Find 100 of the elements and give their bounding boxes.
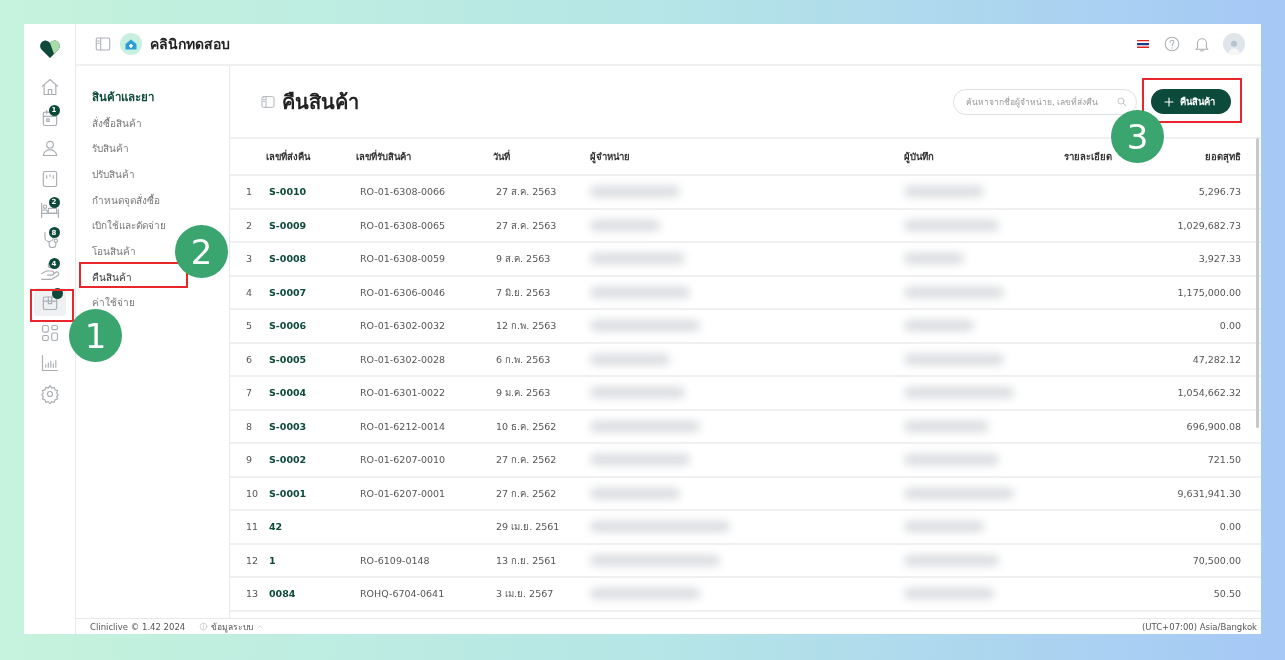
table-cell-text: RO-01-6207-0010: [359, 454, 447, 466]
return-number-link[interactable]: 1: [266, 554, 356, 566]
system-info-link[interactable]: ข้อมูลระบบ: [211, 619, 254, 634]
table-cell-text: RO-01-6308-0065: [359, 219, 447, 231]
row-number: 9: [246, 454, 254, 466]
column-header: ยอดสุทธิ: [1204, 150, 1241, 164]
help-icon[interactable]: [1163, 35, 1181, 53]
menu-item[interactable]: รับสินค้า: [92, 139, 129, 158]
sidebar-icon: [260, 93, 276, 110]
table-cell-text: RO-6109-0148: [359, 554, 431, 566]
table-cell-text: 27 ก.ค. 2562: [495, 486, 558, 501]
row-number: 5: [246, 320, 254, 332]
table-cell-text: 70,500.00: [1191, 554, 1241, 566]
return-number-link[interactable]: S-0009: [266, 219, 356, 231]
table-cell-text: 3 เม.ย. 2567: [495, 587, 555, 602]
table-cell-text: 0.00: [1218, 320, 1241, 332]
menu-item[interactable]: กำหนดจุดสั่งซื้อ: [92, 191, 160, 210]
table-cell-text: 1,175,000.00: [1176, 286, 1241, 298]
menu-item[interactable]: เบิกใช้และตัดจ่าย: [92, 216, 166, 235]
return-number-link[interactable]: S-0002: [266, 454, 356, 466]
row-number: 3: [246, 253, 254, 265]
blurred-text: [590, 219, 660, 231]
table-cell-text: 27 ก.ค. 2562: [495, 453, 558, 468]
table-cell-text: 13 ก.ย. 2561: [495, 553, 558, 568]
row-number: 13: [246, 588, 260, 600]
clinic-name: คลินิกทดสอบ: [150, 35, 230, 54]
table-cell-text: RO-01-6302-0032: [359, 320, 447, 332]
table-cell-text: RO-01-6302-0028: [359, 353, 447, 365]
table-cell-text: 27 ส.ค. 2563: [495, 185, 558, 200]
menu-item[interactable]: ปรับสินค้า: [92, 165, 135, 184]
table-cell-text: 9 ส.ค. 2563: [495, 252, 552, 267]
return-number-link[interactable]: S-0003: [266, 420, 356, 432]
table-cell-text: 696,900.08: [1185, 420, 1241, 432]
row-number: 8: [246, 420, 254, 432]
table-cell-text: RO-01-6301-0022: [359, 387, 447, 399]
row-number: 4: [246, 286, 254, 298]
table-cell-text: RO-01-6308-0059: [359, 253, 447, 265]
column-header: ผู้จำหน่าย: [590, 150, 631, 164]
column-header: เลขที่รับสินค้า: [356, 149, 412, 164]
row-number: 6: [246, 353, 254, 365]
bell-icon[interactable]: [1193, 35, 1211, 53]
highlight-frame: [30, 289, 74, 322]
plus-icon: [1163, 95, 1175, 108]
table-cell-text: 10 ธ.ค. 2562: [495, 419, 558, 434]
row-number: 2: [246, 219, 254, 231]
nav-item[interactable]: [33, 287, 66, 316]
table-cell-text: 29 เม.ย. 2561: [495, 520, 561, 535]
return-number-link[interactable]: 42: [266, 521, 356, 533]
menu-item[interactable]: คืนสินค้า: [92, 268, 132, 287]
row-number: 11: [246, 521, 260, 533]
table-cell-text: 5,296.73: [1197, 186, 1241, 198]
menu-item[interactable]: โอนสินค้า: [92, 242, 136, 261]
version-text: Cliniclive © 1.42 2024: [90, 621, 186, 632]
return-number-link[interactable]: S-0008: [266, 253, 356, 265]
info-icon: [199, 622, 209, 631]
table-cell-text: ROHQ-6704-0641: [359, 588, 446, 600]
home-icon: [39, 77, 60, 97]
table-cell-text: RO-01-6207-0001: [359, 487, 447, 499]
table-cell-text: 6 ก.พ. 2563: [495, 352, 552, 367]
table-cell-text: 7 มิ.ย. 2563: [495, 285, 552, 300]
menu-item[interactable]: ค่าใช้จ่าย: [92, 293, 135, 312]
return-number-link[interactable]: 0084: [266, 588, 356, 600]
clinic-logo: [120, 33, 142, 55]
sidebar-toggle-icon[interactable]: [94, 35, 112, 53]
table-cell-text: 9 ม.ค. 2563: [495, 386, 552, 401]
search-icon: [1116, 95, 1128, 108]
row-number: 12: [246, 554, 260, 566]
avatar[interactable]: [1223, 33, 1245, 55]
row-number: 1: [246, 186, 254, 198]
add-return-button[interactable]: คืนสินค้า: [1151, 89, 1231, 114]
blurred-text: [904, 253, 964, 265]
table-cell-text: RO-01-6212-0014: [359, 420, 447, 432]
flag-icon[interactable]: [1135, 38, 1151, 50]
menu-item[interactable]: สั่งซื้อสินค้า: [92, 114, 142, 132]
return-number-link[interactable]: S-0007: [266, 286, 356, 298]
table-cell-text: RO-01-6308-0066: [359, 186, 447, 198]
table-cell-text: RO-01-6306-0046: [359, 286, 447, 298]
table-cell-text: 0.00: [1218, 521, 1241, 533]
return-number-link[interactable]: S-0005: [266, 353, 356, 365]
table-cell-text: 12 ก.พ. 2563: [495, 319, 558, 334]
column-header: รายละเอียด: [1064, 150, 1113, 164]
column-header: เลขที่ส่งคืน: [266, 149, 312, 164]
table-cell-text: 9,631,941.30: [1176, 487, 1241, 499]
table-cell-text: 1,029,682.73: [1176, 219, 1241, 231]
row-number: 7: [246, 387, 254, 399]
table-cell-text: 1,054,662.32: [1176, 387, 1241, 399]
page-title: คืนสินค้า: [282, 88, 359, 116]
table-cell-text: 50.50: [1212, 588, 1241, 600]
return-number-link[interactable]: S-0010: [266, 186, 356, 198]
timezone-text: (UTC+07:00) Asia/Bangkok: [1141, 621, 1257, 632]
column-header: ผู้บันทึก: [904, 150, 935, 164]
row-number: 10: [246, 487, 260, 499]
table-cell-text: 47,282.12: [1191, 353, 1241, 365]
grid-icon: [39, 322, 60, 343]
table-cell-text: 27 ส.ค. 2563: [495, 218, 558, 233]
return-number-link[interactable]: S-0001: [266, 487, 356, 499]
blurred-text: [904, 320, 974, 332]
return-number-link[interactable]: S-0006: [266, 320, 356, 332]
column-header: วันที่: [493, 149, 511, 164]
return-number-link[interactable]: S-0004: [266, 387, 356, 399]
